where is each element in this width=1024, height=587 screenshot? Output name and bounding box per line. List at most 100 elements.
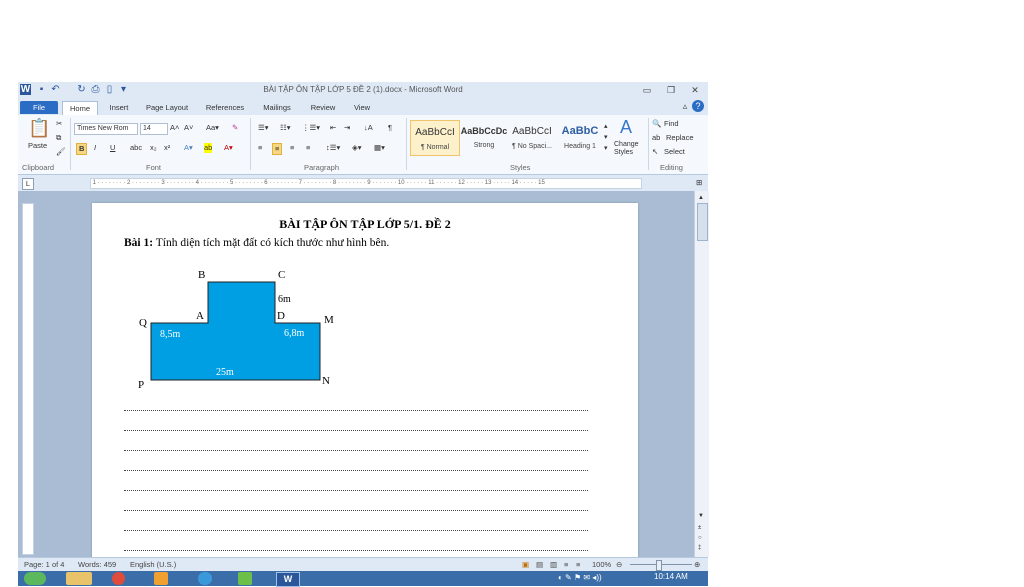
replace-icon[interactable]: ab — [652, 133, 660, 143]
answer-line — [124, 530, 588, 531]
sort-icon[interactable]: ↓A — [364, 123, 373, 133]
page-count[interactable]: Page: 1 of 4 — [24, 558, 64, 572]
full-screen-reading-icon[interactable]: ▤ — [536, 558, 543, 572]
find-icon[interactable]: 🔍 — [652, 119, 661, 129]
system-tray-icons[interactable]: ◐ ✎ ⚑ ✉ ◂)) — [558, 573, 602, 582]
zoom-level[interactable]: 100% — [592, 558, 611, 572]
web-layout-icon[interactable]: ▥ — [550, 558, 557, 572]
measure-qa: 8,5m — [160, 329, 181, 340]
tab-references[interactable]: References — [202, 101, 248, 114]
select-icon[interactable]: ↖ — [652, 147, 658, 157]
draft-icon[interactable]: ≡ — [576, 558, 580, 572]
tab-selector-icon[interactable]: L — [22, 178, 34, 190]
align-left-icon[interactable]: ≡ — [258, 143, 262, 153]
styles-group-label: Styles — [510, 163, 531, 172]
justify-icon[interactable]: ≡ — [306, 143, 310, 153]
tab-mailings[interactable]: Mailings — [258, 101, 296, 114]
align-center-icon[interactable]: ≡ — [272, 143, 283, 155]
tab-review[interactable]: Review — [306, 101, 340, 114]
font-name-select[interactable]: Times New Rom — [74, 123, 138, 135]
highlight-icon[interactable]: ab — [204, 143, 213, 153]
scroll-down-icon[interactable]: ▼ — [698, 511, 704, 521]
minimize-button[interactable]: ▭ — [640, 84, 654, 96]
word-taskbar-icon[interactable]: W — [276, 572, 300, 587]
minimize-ribbon-icon[interactable]: ▵ — [678, 100, 692, 112]
find-button[interactable]: Find — [664, 119, 679, 129]
language-indicator[interactable]: English (U.S.) — [130, 558, 176, 572]
next-page-icon[interactable]: ‡ — [698, 543, 701, 553]
vertical-ruler[interactable] — [22, 203, 34, 555]
word-count[interactable]: Words: 459 — [78, 558, 116, 572]
show-marks-icon[interactable]: ¶ — [388, 123, 392, 133]
tab-file[interactable]: File — [20, 101, 58, 114]
restore-button[interactable]: ❐ — [664, 84, 678, 96]
taskbar: W ◐ ✎ ⚑ ✉ ◂)) 10:14 AM — [18, 571, 708, 587]
change-styles-button[interactable]: Change Styles — [614, 141, 646, 157]
text-effects-icon[interactable]: A▾ — [184, 143, 193, 153]
scroll-thumb[interactable] — [697, 203, 708, 241]
copy-icon[interactable]: ⧉ — [56, 133, 61, 143]
tab-insert[interactable]: Insert — [104, 101, 134, 114]
media-taskbar-icon[interactable] — [154, 572, 168, 585]
replace-button[interactable]: Replace — [666, 133, 694, 143]
decrease-indent-icon[interactable]: ⇤ — [330, 123, 336, 133]
zoom-in-icon[interactable]: ⊕ — [694, 558, 700, 572]
styles-scroll-icon[interactable]: ▴ ▾ ▾ — [604, 121, 608, 154]
start-button[interactable] — [24, 572, 46, 585]
horizontal-ruler[interactable]: 1 · · · · · · · · 2 · · · · · · · · 3 · … — [90, 178, 642, 189]
shading-icon[interactable]: ◈▾ — [352, 143, 362, 153]
vertical-scrollbar[interactable]: ▲ ▼ ± ○ ‡ — [694, 191, 709, 557]
multilevel-list-icon[interactable]: ⋮☰▾ — [302, 123, 320, 133]
borders-icon[interactable]: ▦▾ — [374, 143, 385, 153]
subscript-icon[interactable]: x₂ — [150, 143, 157, 153]
superscript-icon[interactable]: x² — [164, 143, 170, 153]
tab-page-layout[interactable]: Page Layout — [142, 101, 192, 114]
explorer-taskbar-icon[interactable] — [66, 572, 92, 585]
tab-home[interactable]: Home — [62, 101, 98, 115]
app-taskbar-icon[interactable] — [238, 572, 252, 585]
zoom-slider-thumb[interactable] — [656, 560, 662, 571]
strikethrough-icon[interactable]: abc — [130, 143, 142, 153]
grow-font-icon[interactable]: A˄ — [170, 123, 179, 133]
bold-button[interactable]: B — [76, 143, 88, 155]
change-styles-icon[interactable]: A — [620, 117, 632, 137]
line-spacing-icon[interactable]: ↕☰▾ — [326, 143, 340, 153]
font-color-icon[interactable]: A▾ — [224, 143, 233, 153]
document-page[interactable]: BÀI TẬP ÔN TẬP LỚP 5/1. ĐỀ 2 Bài 1: Tính… — [92, 203, 638, 557]
style-heading-1[interactable]: AaBbC Heading 1 — [556, 120, 604, 154]
vertex-c: C — [278, 269, 285, 281]
numbering-icon[interactable]: ☷▾ — [280, 123, 291, 133]
clear-formatting-icon[interactable]: ✎ — [232, 123, 238, 133]
increase-indent-icon[interactable]: ⇥ — [344, 123, 350, 133]
font-size-select[interactable]: 14 — [140, 123, 168, 135]
style-no-spacing[interactable]: AaBbCcI ¶ No Spaci... — [508, 120, 556, 154]
underline-button[interactable]: U — [110, 143, 115, 153]
paste-button[interactable]: Paste — [28, 141, 47, 151]
view-ruler-icon[interactable]: ⊞ — [696, 178, 702, 188]
tab-view[interactable]: View — [348, 101, 376, 114]
cut-icon[interactable]: ✂ — [56, 119, 62, 129]
browse-object-icon[interactable]: ○ — [698, 533, 702, 543]
window-title: BÀI TẬP ÔN TẬP LỚP 5 ĐỀ 2 (1).docx - Mic… — [263, 85, 463, 94]
align-right-icon[interactable]: ≡ — [290, 143, 294, 153]
close-button[interactable]: ✕ — [688, 84, 702, 96]
chrome-taskbar-icon[interactable] — [112, 572, 125, 585]
ie-taskbar-icon[interactable] — [198, 572, 212, 585]
select-button[interactable]: Select — [664, 147, 685, 157]
help-icon[interactable]: ? — [692, 100, 704, 112]
previous-page-icon[interactable]: ± — [698, 523, 701, 533]
bullets-icon[interactable]: ☰▾ — [258, 123, 269, 133]
change-case-icon[interactable]: Aa▾ — [206, 123, 219, 133]
outline-icon[interactable]: ≡ — [564, 558, 568, 572]
vertex-d: D — [277, 310, 285, 322]
shrink-font-icon[interactable]: A˅ — [184, 123, 193, 133]
italic-button[interactable]: I — [94, 143, 96, 153]
scroll-up-icon[interactable]: ▲ — [698, 193, 704, 203]
clock[interactable]: 10:14 AM — [654, 572, 688, 581]
print-layout-icon[interactable]: ▣ — [522, 558, 529, 572]
style-normal[interactable]: AaBbCcI ¶ Normal — [410, 120, 460, 156]
paste-icon[interactable]: 📋 — [28, 119, 50, 137]
format-painter-icon[interactable]: 🖌 — [56, 147, 66, 157]
zoom-out-icon[interactable]: ⊖ — [616, 558, 622, 572]
style-strong[interactable]: AaBbCcDc Strong — [460, 120, 508, 154]
